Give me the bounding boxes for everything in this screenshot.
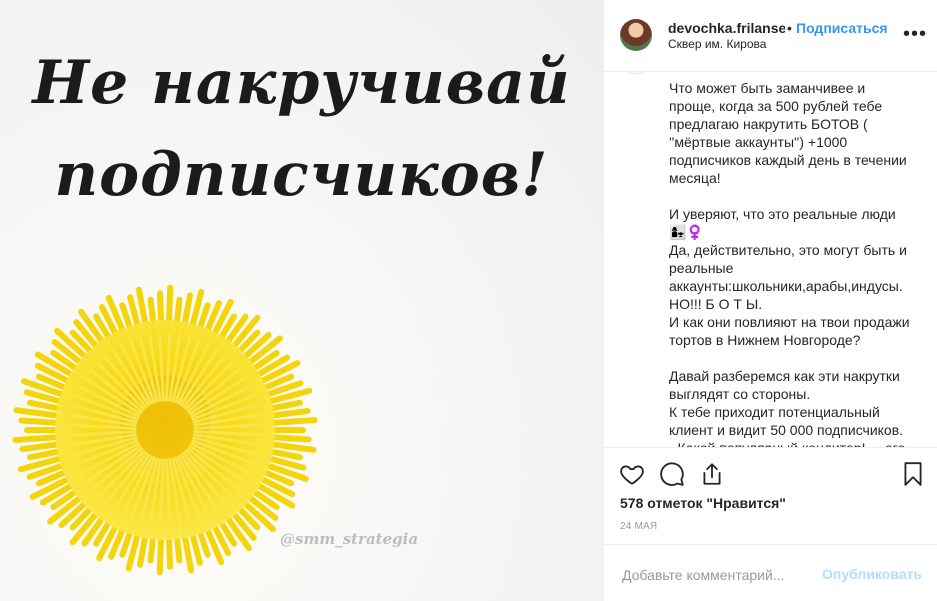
action-bar: [604, 448, 937, 498]
image-watermark: @smm_strategia: [280, 530, 419, 548]
more-options-icon[interactable]: •••: [903, 24, 927, 44]
likes-count[interactable]: 578 отметок "Нравится": [620, 495, 786, 511]
post-date[interactable]: 24 МАЯ: [620, 521, 657, 532]
location-link[interactable]: Сквер им. Кирова: [668, 37, 766, 51]
post-sidebar: devochka.frilanser • Подписаться Сквер и…: [603, 0, 937, 601]
post-image[interactable]: Не накручивай подписчиков! @smm_strategi…: [0, 0, 603, 601]
avatar[interactable]: [620, 19, 652, 51]
add-comment-bar: Опубликовать: [604, 544, 937, 601]
instagram-post: Не накручивай подписчиков! @smm_strategi…: [0, 0, 937, 601]
post-header: devochka.frilanser • Подписаться Сквер и…: [604, 0, 937, 72]
image-headline-line2: подписчиков!: [54, 140, 549, 210]
heart-icon[interactable]: [619, 461, 645, 487]
image-headline-line1: Не накручивай: [32, 48, 571, 118]
post-caption: Что может быть заманчивее и проще, когда…: [669, 80, 910, 448]
comment-icon[interactable]: [659, 461, 685, 487]
publish-button[interactable]: Опубликовать: [822, 566, 922, 582]
separator-dot: •: [787, 20, 792, 36]
caption-avatar[interactable]: [620, 72, 652, 74]
bookmark-icon[interactable]: [900, 461, 926, 487]
share-icon[interactable]: [699, 461, 725, 487]
dandelion-illustration: [12, 284, 318, 576]
comment-input[interactable]: [620, 563, 814, 587]
username-link[interactable]: devochka.frilanser: [668, 20, 785, 36]
comments-scroll-area[interactable]: Что может быть заманчивее и проще, когда…: [604, 72, 937, 448]
follow-button[interactable]: Подписаться: [796, 20, 888, 36]
